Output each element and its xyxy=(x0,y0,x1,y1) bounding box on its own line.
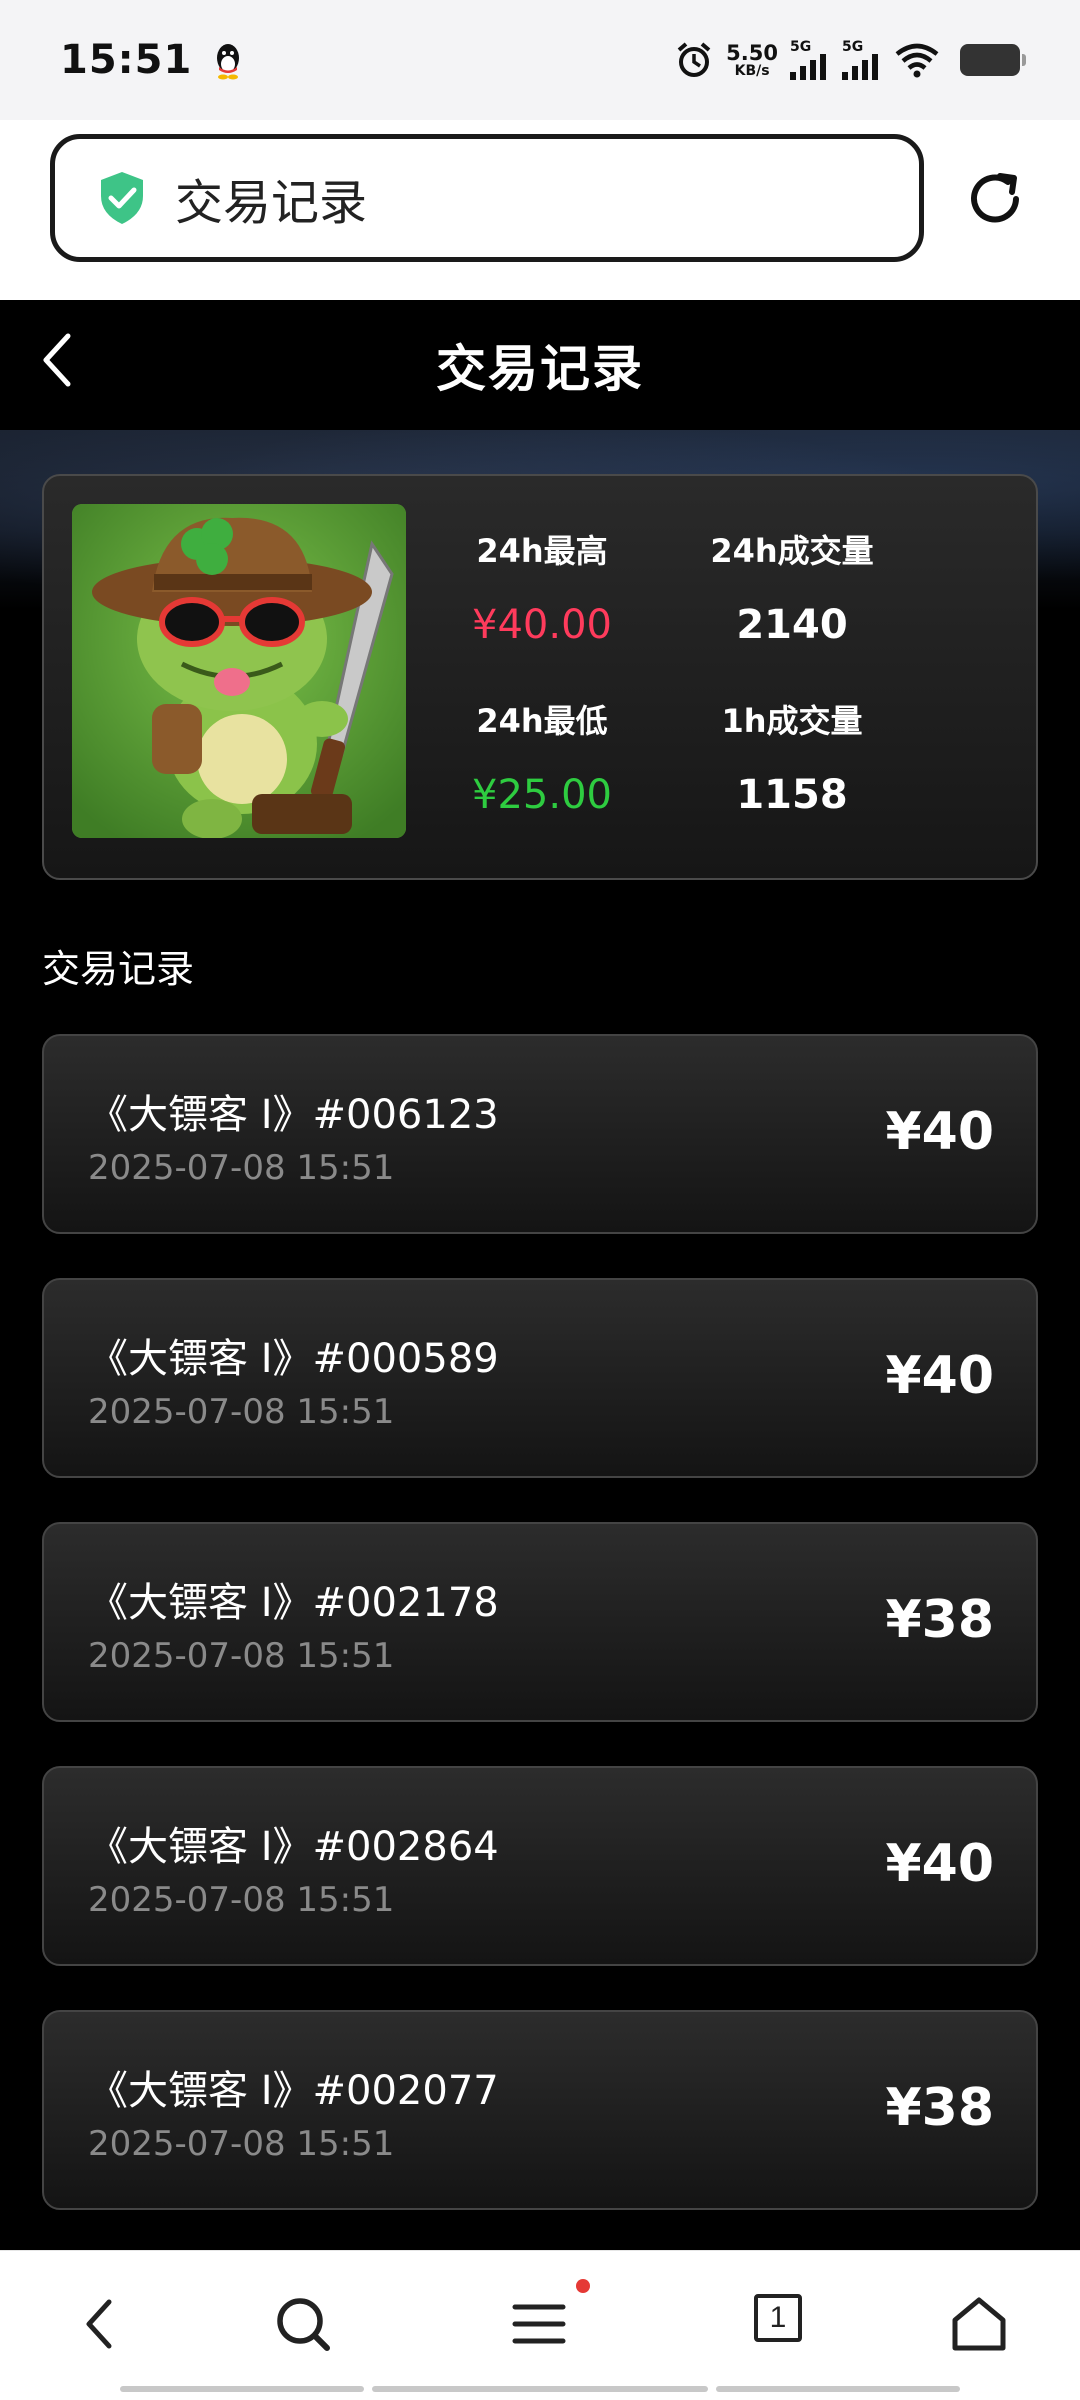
notification-dot xyxy=(576,2279,590,2293)
high-24h-value: ¥40.00 xyxy=(472,602,612,648)
price-summary-card: 24h最高 24h成交量 ¥40.00 2140 24h最低 1h成交量 ¥25… xyxy=(42,474,1038,880)
volume-1h-value: 1158 xyxy=(736,772,848,818)
net-speed: 5.50 KB/s xyxy=(726,40,778,79)
record-name: 《大镖客 I》#002864 xyxy=(88,1824,499,1870)
volume-24h-label: 24h成交量 xyxy=(710,532,874,570)
sim2-signal: 5G xyxy=(842,40,882,80)
record-time: 2025-07-08 15:51 xyxy=(88,1880,395,1920)
transaction-record[interactable]: 《大镖客 I》#002864 2025-07-08 15:51 ¥40 xyxy=(42,1766,1038,1966)
high-24h-label: 24h最高 xyxy=(476,532,608,570)
record-name: 《大镖客 I》#002077 xyxy=(88,2068,499,2114)
low-24h-label: 24h最低 xyxy=(476,702,608,740)
gesture-bar xyxy=(120,2386,364,2392)
refresh-icon[interactable] xyxy=(964,168,1026,230)
sim1-label: 5G xyxy=(790,39,812,55)
address-bar[interactable]: 交易记录 xyxy=(50,134,924,262)
alarm-icon xyxy=(677,42,711,77)
record-time: 2025-07-08 15:51 xyxy=(88,1392,395,1432)
tab-count: 1 xyxy=(769,2301,787,2334)
page-title: 交易记录 xyxy=(436,340,644,398)
record-price: ¥40 xyxy=(885,1102,994,1162)
record-time: 2025-07-08 15:51 xyxy=(88,2124,395,2164)
back-chevron-icon[interactable] xyxy=(38,330,78,390)
gesture-bar xyxy=(372,2386,708,2392)
nav-back-button[interactable] xyxy=(64,2289,134,2359)
qq-icon xyxy=(217,44,240,80)
page-header: 交易记录 xyxy=(0,300,1080,430)
status-bar: 15:51 5.50 KB/s 5G 5G xyxy=(0,0,1080,120)
record-name: 《大镖客 I》#002178 xyxy=(88,1580,499,1626)
nav-menu-button[interactable] xyxy=(504,2289,574,2359)
search-icon xyxy=(277,2298,330,2351)
menu-icon xyxy=(512,2304,566,2344)
transaction-record[interactable]: 《大镖客 I》#002178 2025-07-08 15:51 ¥38 xyxy=(42,1522,1038,1722)
tabs-icon[interactable]: 1 xyxy=(754,2294,802,2342)
record-name: 《大镖客 I》#000589 xyxy=(88,1336,499,1382)
record-name: 《大镖客 I》#006123 xyxy=(88,1092,499,1138)
volume-1h-label: 1h成交量 xyxy=(721,702,863,740)
net-speed-value: 5.50 xyxy=(726,40,778,65)
shield-check-icon xyxy=(101,172,143,224)
frog-cowboy-image xyxy=(72,504,406,838)
net-speed-unit: KB/s xyxy=(734,62,770,79)
gesture-bar xyxy=(716,2386,960,2392)
record-time: 2025-07-08 15:51 xyxy=(88,1636,395,1676)
nav-search-button[interactable] xyxy=(268,2289,338,2359)
record-price: ¥38 xyxy=(885,1590,994,1650)
browser-toolbar: 交易记录 xyxy=(0,120,1080,300)
status-icons: 5.50 KB/s 5G 5G xyxy=(674,40,1026,80)
transaction-record[interactable]: 《大镖客 I》#006123 2025-07-08 15:51 ¥40 xyxy=(42,1034,1038,1234)
browser-bottom-nav: 1 xyxy=(0,2250,1080,2400)
nav-home-button[interactable] xyxy=(944,2289,1014,2359)
signal-icon xyxy=(790,54,826,80)
record-price: ¥40 xyxy=(885,1834,994,1894)
screen: 15:51 5.50 KB/s 5G 5G 交易记录 交易记录 24h最高 24… xyxy=(0,0,1080,2400)
sim2-label: 5G xyxy=(842,39,864,55)
transaction-record[interactable]: 《大镖客 I》#002077 2025-07-08 15:51 ¥38 xyxy=(42,2010,1038,2210)
home-icon xyxy=(952,2297,1006,2351)
section-title: 交易记录 xyxy=(42,947,195,991)
record-time: 2025-07-08 15:51 xyxy=(88,1148,395,1188)
wifi-icon xyxy=(895,43,939,78)
transaction-record[interactable]: 《大镖客 I》#000589 2025-07-08 15:51 ¥40 xyxy=(42,1278,1038,1478)
sim1-signal: 5G xyxy=(790,40,830,80)
battery-icon xyxy=(960,44,1026,76)
address-text: 交易记录 xyxy=(175,175,368,231)
record-price: ¥38 xyxy=(885,2078,994,2138)
signal-icon xyxy=(842,54,878,80)
low-24h-value: ¥25.00 xyxy=(472,772,612,818)
record-price: ¥40 xyxy=(885,1346,994,1406)
status-time: 15:51 xyxy=(60,37,193,83)
back-icon xyxy=(86,2299,112,2349)
volume-24h-value: 2140 xyxy=(736,602,848,648)
nft-thumbnail[interactable] xyxy=(72,504,406,838)
